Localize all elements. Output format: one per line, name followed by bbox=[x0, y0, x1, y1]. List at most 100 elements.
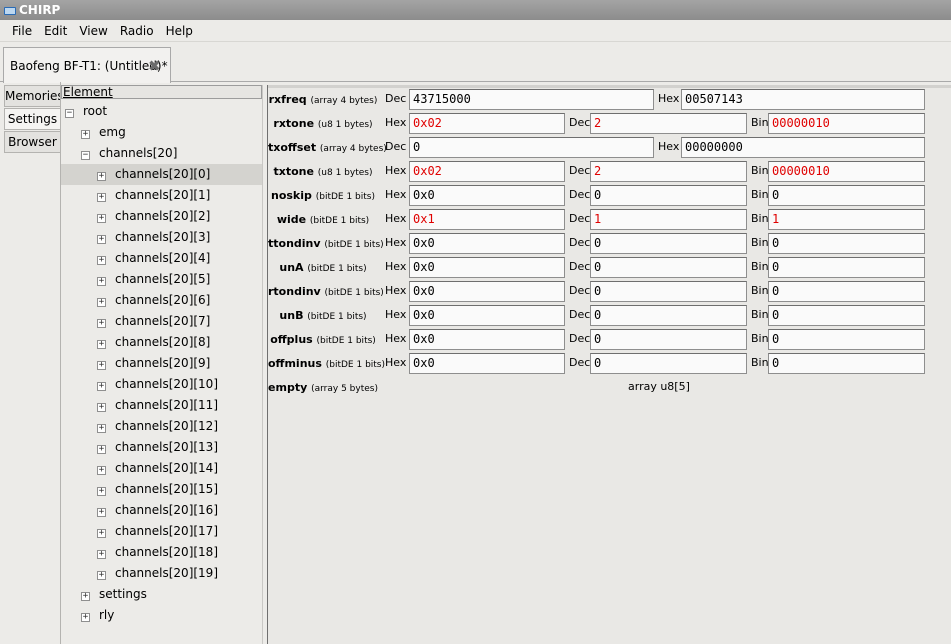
collapse-icon[interactable]: − bbox=[81, 151, 90, 160]
expand-icon[interactable]: + bbox=[97, 277, 106, 286]
hex-input[interactable]: 0x0 bbox=[409, 329, 565, 350]
tree-node[interactable]: + channels[20][11] bbox=[61, 395, 262, 416]
document-tab[interactable]: Baofeng BF-T1: (Untitled)* ✖ bbox=[3, 47, 171, 83]
dec-input[interactable]: 0 bbox=[590, 185, 747, 206]
expand-icon[interactable]: + bbox=[97, 214, 106, 223]
bin-input[interactable]: 1 bbox=[768, 209, 925, 230]
dec-input[interactable]: 2 bbox=[590, 113, 747, 134]
menu-help[interactable]: Help bbox=[160, 21, 199, 42]
hex-input[interactable]: 0x0 bbox=[409, 305, 565, 326]
tree-node[interactable]: + channels[20][8] bbox=[61, 332, 262, 353]
expand-icon[interactable]: + bbox=[97, 550, 106, 559]
hex-input[interactable]: 0x02 bbox=[409, 161, 565, 182]
dec-input[interactable]: 0 bbox=[409, 137, 654, 158]
tree-node[interactable]: + channels[20][3] bbox=[61, 227, 262, 248]
expand-icon[interactable]: + bbox=[97, 529, 106, 538]
tab-memories[interactable]: Memories bbox=[4, 85, 64, 107]
field-row-offplus: offplus (bitDE 1 bits) Hex 0x0 Dec 0 Bin 0 bbox=[268, 327, 926, 351]
expand-icon[interactable]: + bbox=[97, 508, 106, 517]
expand-icon[interactable]: + bbox=[97, 571, 106, 580]
tree-node[interactable]: + channels[20][18] bbox=[61, 542, 262, 563]
bin-input[interactable]: 0 bbox=[768, 185, 925, 206]
menu-edit[interactable]: Edit bbox=[38, 21, 73, 42]
dec-input[interactable]: 0 bbox=[590, 233, 747, 254]
hex-input[interactable]: 0x0 bbox=[409, 353, 565, 374]
tree-node[interactable]: + channels[20][1] bbox=[61, 185, 262, 206]
tree-node[interactable]: + channels[20][0] bbox=[61, 164, 262, 185]
hex-input[interactable]: 00000000 bbox=[681, 137, 925, 158]
menu-view[interactable]: View bbox=[73, 21, 113, 42]
tree-node[interactable]: + channels[20][2] bbox=[61, 206, 262, 227]
tree-node[interactable]: + channels[20][5] bbox=[61, 269, 262, 290]
expand-icon[interactable]: + bbox=[97, 361, 106, 370]
close-icon[interactable]: ✖ bbox=[148, 57, 161, 75]
bin-input[interactable]: 00000010 bbox=[768, 113, 925, 134]
expand-icon[interactable]: + bbox=[97, 424, 106, 433]
hex-input[interactable]: 0x0 bbox=[409, 257, 565, 278]
dec-input[interactable]: 43715000 bbox=[409, 89, 654, 110]
dec-input[interactable]: 0 bbox=[590, 305, 747, 326]
expand-icon[interactable]: + bbox=[81, 130, 90, 139]
tree-node-label: channels[20][12] bbox=[115, 419, 219, 433]
dec-input[interactable]: 0 bbox=[590, 281, 747, 302]
tree-node[interactable]: + channels[20][17] bbox=[61, 521, 262, 542]
expand-icon[interactable]: + bbox=[97, 445, 106, 454]
hex-input[interactable]: 0x1 bbox=[409, 209, 565, 230]
menu-file[interactable]: File bbox=[0, 21, 38, 42]
tree-column-header[interactable]: Element bbox=[61, 85, 262, 99]
tab-browser[interactable]: Browser bbox=[4, 131, 61, 153]
tree-node[interactable]: − channels[20] bbox=[61, 143, 262, 164]
field-name-label: rxfreq bbox=[268, 93, 307, 106]
dec-input[interactable]: 0 bbox=[590, 257, 747, 278]
expand-icon[interactable]: + bbox=[97, 172, 106, 181]
tree-node[interactable]: + settings bbox=[61, 584, 262, 605]
expand-icon[interactable]: + bbox=[81, 592, 90, 601]
menu-radio[interactable]: Radio bbox=[114, 21, 160, 42]
bin-input[interactable]: 0 bbox=[768, 329, 925, 350]
hex-input[interactable]: 0x0 bbox=[409, 281, 565, 302]
tree-node-label: channels[20][10] bbox=[115, 377, 219, 391]
expand-icon[interactable]: + bbox=[97, 487, 106, 496]
expand-icon[interactable]: + bbox=[97, 403, 106, 412]
expand-icon[interactable]: + bbox=[97, 382, 106, 391]
expand-icon[interactable]: + bbox=[97, 256, 106, 265]
bin-input[interactable]: 0 bbox=[768, 353, 925, 374]
tree-node[interactable]: + channels[20][6] bbox=[61, 290, 262, 311]
expand-icon[interactable]: + bbox=[97, 340, 106, 349]
tab-settings[interactable]: Settings bbox=[4, 108, 61, 130]
dec-input[interactable]: 0 bbox=[590, 353, 747, 374]
tree-node[interactable]: + channels[20][7] bbox=[61, 311, 262, 332]
expand-icon[interactable]: + bbox=[97, 319, 106, 328]
tree-node[interactable]: + channels[20][13] bbox=[61, 437, 262, 458]
dec-input[interactable]: 2 bbox=[590, 161, 747, 182]
bin-input[interactable]: 0 bbox=[768, 233, 925, 254]
expand-icon[interactable]: + bbox=[97, 298, 106, 307]
collapse-icon[interactable]: − bbox=[65, 109, 74, 118]
tree-node[interactable]: + channels[20][16] bbox=[61, 500, 262, 521]
tree-node[interactable]: + channels[20][4] bbox=[61, 248, 262, 269]
hex-input[interactable]: 00507143 bbox=[681, 89, 925, 110]
field-row-rxfreq: rxfreq (array 4 bytes) Dec 43715000 Hex 0050… bbox=[268, 87, 926, 111]
expand-icon[interactable]: + bbox=[97, 466, 106, 475]
expand-icon[interactable]: + bbox=[81, 613, 90, 622]
bin-input[interactable]: 0 bbox=[768, 281, 925, 302]
tree-node[interactable]: + channels[20][12] bbox=[61, 416, 262, 437]
hex-input[interactable]: 0x0 bbox=[409, 233, 565, 254]
tree-node[interactable]: + channels[20][9] bbox=[61, 353, 262, 374]
tree-node[interactable]: + channels[20][15] bbox=[61, 479, 262, 500]
bin-input[interactable]: 00000010 bbox=[768, 161, 925, 182]
bin-input[interactable]: 0 bbox=[768, 305, 925, 326]
tree-node[interactable]: + channels[20][19] bbox=[61, 563, 262, 584]
bin-input[interactable]: 0 bbox=[768, 257, 925, 278]
tree-node[interactable]: − root bbox=[61, 101, 262, 122]
expand-icon[interactable]: + bbox=[97, 235, 106, 244]
tree-node[interactable]: + rly bbox=[61, 605, 262, 626]
dec-input[interactable]: 0 bbox=[590, 329, 747, 350]
tree-node[interactable]: + channels[20][14] bbox=[61, 458, 262, 479]
tree-node[interactable]: + emg bbox=[61, 122, 262, 143]
dec-input[interactable]: 1 bbox=[590, 209, 747, 230]
hex-input[interactable]: 0x0 bbox=[409, 185, 565, 206]
expand-icon[interactable]: + bbox=[97, 193, 106, 202]
tree-node[interactable]: + channels[20][10] bbox=[61, 374, 262, 395]
hex-input[interactable]: 0x02 bbox=[409, 113, 565, 134]
